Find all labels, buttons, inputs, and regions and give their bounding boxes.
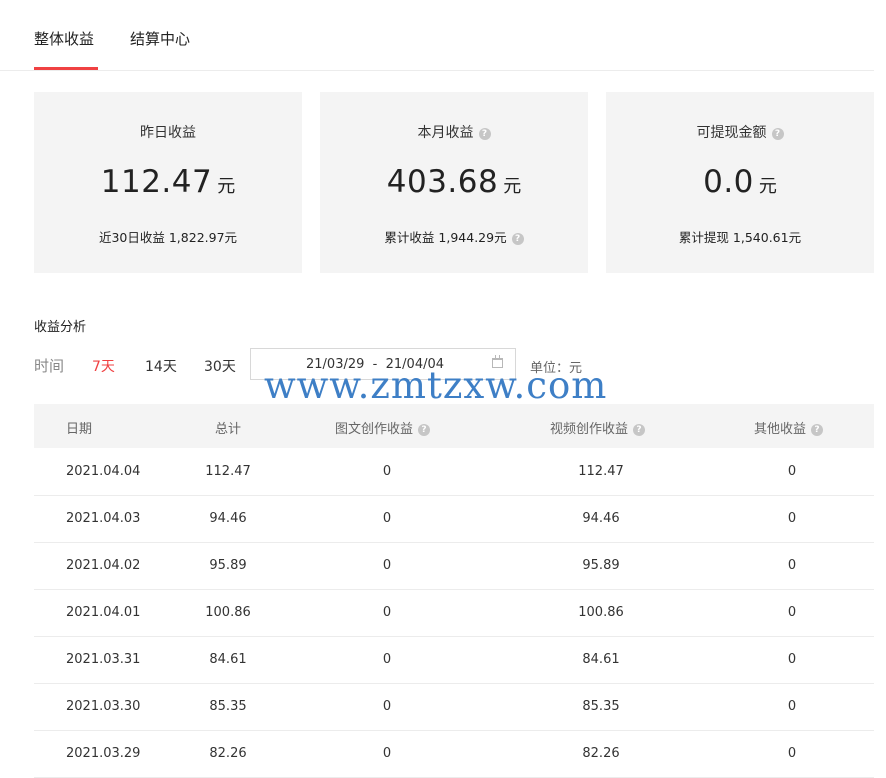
card-value-number: 112.47 (100, 164, 213, 200)
cell-article-income: 0 (382, 464, 392, 479)
card-subtext: 累计收益 1,944.29元? (320, 227, 588, 246)
card-sub-label: 累计收益 (384, 230, 435, 245)
cell-total: 112.47 (205, 464, 251, 479)
table-row: 2021.04.02 95.89 0 95.89 0 (34, 542, 874, 590)
table-row: 2021.04.01 100.86 0 100.86 0 (34, 589, 874, 637)
card-value: 0.0 元 (606, 164, 874, 200)
cell-date: 2021.04.03 (66, 511, 141, 526)
header-label: 视频创作收益 (550, 422, 629, 437)
table-row: 2021.03.31 84.61 0 84.61 0 (34, 636, 874, 684)
help-icon[interactable]: ? (811, 424, 824, 436)
card-sub-label: 近30日收益 (98, 230, 165, 245)
cell-total: 94.46 (209, 511, 247, 526)
cell-other-income: 0 (787, 699, 797, 714)
cell-date: 2021.04.04 (66, 464, 141, 479)
card-title: 昨日收益 (34, 122, 302, 142)
table-header: 日期 总计 图文创作收益? 视频创作收益? 其他收益? (34, 404, 874, 448)
cell-article-income: 0 (382, 746, 392, 761)
header-date: 日期 (66, 422, 93, 437)
help-icon[interactable]: ? (478, 128, 491, 140)
cell-other-income: 0 (787, 558, 797, 573)
cell-video-income: 85.35 (582, 699, 620, 714)
tab-overall-income[interactable]: 整体收益 (34, 28, 94, 49)
header-label: 图文创作收益 (335, 422, 414, 437)
cell-other-income: 0 (787, 511, 797, 526)
header-video-income: 视频创作收益? (550, 418, 646, 437)
cell-video-income: 112.47 (578, 464, 624, 479)
tab-settlement-center[interactable]: 结算中心 (130, 28, 190, 49)
cell-other-income: 0 (787, 605, 797, 620)
card-value: 112.47 元 (34, 164, 302, 200)
help-icon[interactable]: ? (418, 424, 431, 436)
table-row: 2021.03.29 82.26 0 82.26 0 (34, 730, 874, 778)
cell-date: 2021.04.02 (66, 558, 141, 573)
watermark-text: www.zmtzxw.com (264, 364, 608, 407)
card-sub-value: 1,540.61元 (732, 230, 802, 245)
time-filter-label: 时间 (34, 357, 65, 375)
cell-video-income: 100.86 (578, 605, 624, 620)
header-article-income: 图文创作收益? (335, 418, 431, 437)
card-sub-label: 累计提现 (678, 230, 729, 245)
cell-total: 100.86 (205, 605, 251, 620)
range-7-days[interactable]: 7天 (92, 356, 115, 376)
cell-date: 2021.04.01 (66, 605, 141, 620)
tab-bar: 整体收益 结算中心 (0, 0, 874, 71)
card-title-text: 本月收益 (417, 125, 474, 141)
cell-article-income: 0 (382, 699, 392, 714)
cell-video-income: 95.89 (582, 558, 620, 573)
header-total: 总计 (214, 422, 241, 437)
card-value-number: 0.0 (703, 164, 754, 200)
cell-article-income: 0 (382, 558, 392, 573)
cell-video-income: 84.61 (582, 652, 620, 667)
cell-other-income: 0 (787, 746, 797, 761)
card-value-unit: 元 (503, 176, 522, 197)
cell-article-income: 0 (382, 605, 392, 620)
cell-date: 2021.03.31 (66, 652, 141, 667)
card-sub-value: 1,822.97元 (168, 230, 238, 245)
card-subtext: 近30日收益 1,822.97元 (34, 227, 302, 246)
card-subtext: 累计提现 1,540.61元 (606, 227, 874, 246)
section-title-income-analysis: 收益分析 (34, 320, 87, 335)
range-14-days[interactable]: 14天 (145, 356, 177, 376)
card-title: 可提现金额? (606, 122, 874, 142)
cell-date: 2021.03.30 (66, 699, 141, 714)
card-month-income: 本月收益? 403.68 元 累计收益 1,944.29元? (320, 92, 588, 273)
cell-total: 84.61 (209, 652, 247, 667)
help-icon[interactable]: ? (771, 128, 784, 140)
cell-article-income: 0 (382, 652, 392, 667)
card-sub-value: 1,944.29元 (438, 230, 507, 245)
card-value-number: 403.68 (386, 164, 499, 200)
card-title: 本月收益? (320, 122, 588, 142)
card-withdrawable-amount: 可提现金额? 0.0 元 累计提现 1,540.61元 (606, 92, 874, 273)
card-value-unit: 元 (758, 176, 777, 197)
cell-video-income: 82.26 (582, 746, 620, 761)
help-icon[interactable]: ? (633, 424, 646, 436)
cell-date: 2021.03.29 (66, 746, 141, 761)
cell-video-income: 94.46 (582, 511, 620, 526)
card-title-text: 可提现金额 (696, 125, 767, 141)
cell-total: 82.26 (209, 746, 247, 761)
card-yesterday-income: 昨日收益 112.47 元 近30日收益 1,822.97元 (34, 92, 302, 273)
card-title-text: 昨日收益 (140, 125, 196, 141)
header-other-income: 其他收益? (754, 418, 824, 437)
active-tab-indicator (34, 67, 98, 70)
header-label: 其他收益 (754, 422, 807, 437)
table-row: 2021.04.03 94.46 0 94.46 0 (34, 495, 874, 543)
cell-total: 85.35 (209, 699, 247, 714)
cell-other-income: 0 (787, 652, 797, 667)
card-value-unit: 元 (217, 176, 236, 197)
cell-article-income: 0 (382, 511, 392, 526)
table-row: 2021.04.04 112.47 0 112.47 0 (34, 448, 874, 496)
cell-total: 95.89 (209, 558, 247, 573)
card-value: 403.68 元 (320, 164, 588, 200)
cell-other-income: 0 (787, 464, 797, 479)
table-row: 2021.03.30 85.35 0 85.35 0 (34, 683, 874, 731)
range-30-days[interactable]: 30天 (204, 356, 236, 376)
help-icon[interactable]: ? (511, 233, 524, 245)
